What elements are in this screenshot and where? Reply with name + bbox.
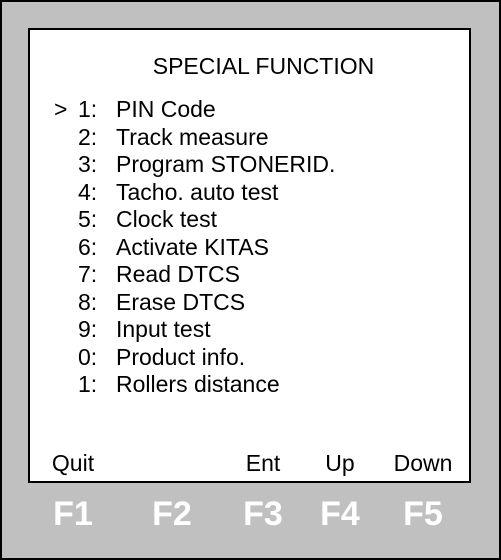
menu-item-label: Product info.: [116, 343, 246, 370]
menu-item-number: 4:: [78, 178, 98, 205]
menu-item-label: Activate KITAS: [116, 233, 269, 260]
menu-item-number: 2:: [78, 123, 98, 150]
menu-item-number: 7:: [78, 261, 98, 287]
menu-item-number: 0:: [78, 343, 98, 370]
f2-key[interactable]: F2: [152, 494, 192, 534]
softkey-quit: Quit: [51, 450, 95, 476]
softkey-ent: Ent: [245, 450, 281, 476]
menu-item-label: Track measure: [116, 123, 269, 150]
f1-key[interactable]: F1: [53, 494, 93, 534]
menu-item-label: Input test: [116, 316, 211, 342]
menu-item-number: 1:: [78, 96, 98, 122]
softkey-down: Down: [393, 450, 453, 476]
function-key-row: F1 F2 F3 F4 F5: [2, 494, 499, 534]
softkey-up: Up: [325, 450, 355, 476]
menu-item-number: 3:: [78, 151, 98, 177]
device-panel: SPECIAL FUNCTION > 1: PIN Code 2: Track …: [0, 0, 501, 560]
selection-cursor: >: [54, 96, 68, 122]
menu-item-number: 9:: [78, 316, 98, 342]
f4-key[interactable]: F4: [320, 494, 360, 534]
menu-item-label: Tacho. auto test: [116, 178, 279, 205]
menu-item-label: Program STONERID.: [116, 151, 336, 177]
screen-title: SPECIAL FUNCTION: [152, 53, 375, 79]
lcd-screen: SPECIAL FUNCTION > 1: PIN Code 2: Track …: [28, 28, 471, 483]
menu-item-label: Erase DTCS: [116, 288, 246, 315]
f5-key[interactable]: F5: [403, 494, 443, 534]
menu-item-number: 8:: [78, 288, 98, 315]
menu-item-number: 6:: [78, 233, 98, 260]
menu-item-number: 5:: [78, 206, 98, 232]
menu-item-label: Read DTCS: [116, 261, 240, 287]
f3-key[interactable]: F3: [243, 494, 283, 534]
menu-item-number: 1:: [78, 371, 98, 397]
menu-item-label: Rollers distance: [116, 371, 280, 397]
menu-item-label: Clock test: [116, 206, 217, 232]
softkey-labels: Quit Ent Up Down: [30, 448, 469, 478]
menu-item-label: PIN Code: [116, 96, 216, 122]
